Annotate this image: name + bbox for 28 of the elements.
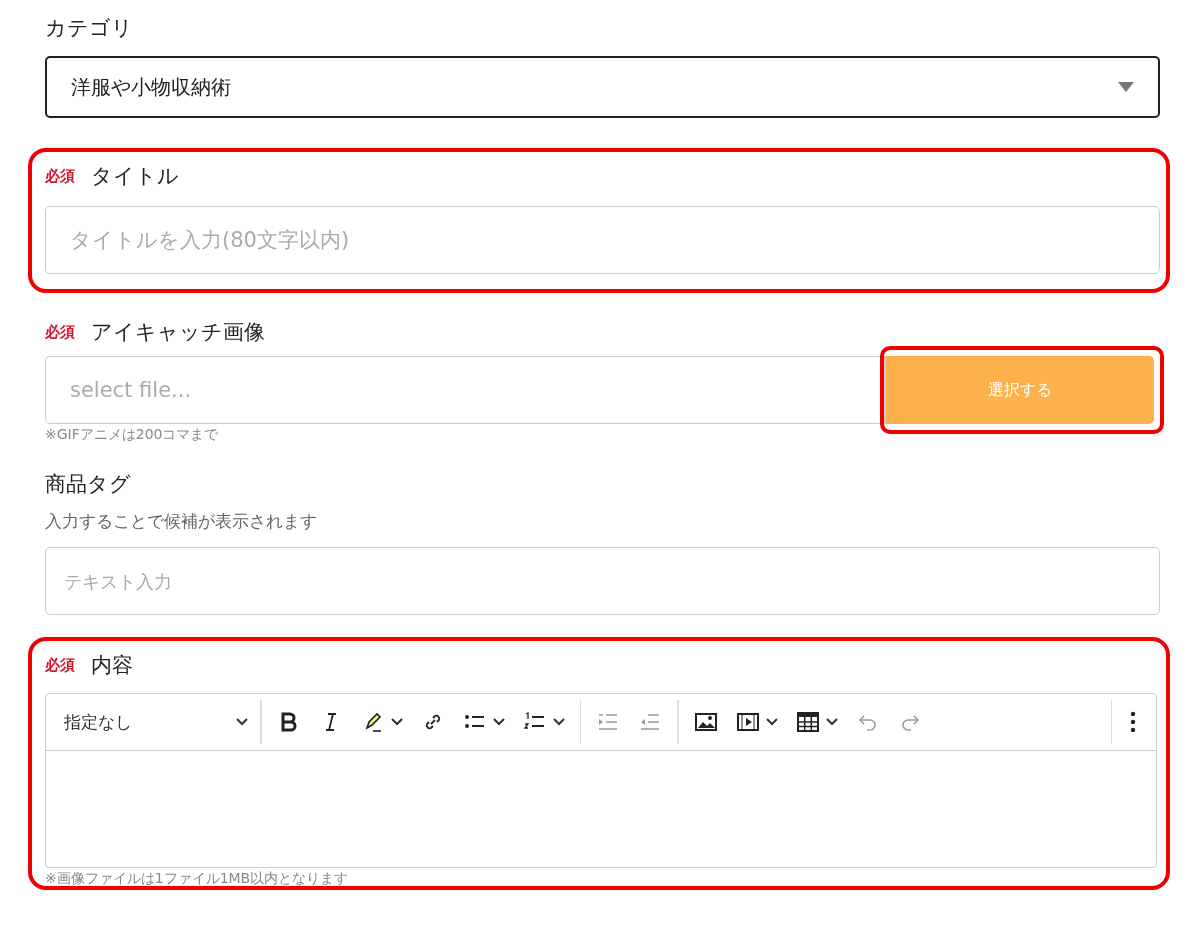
tag-input[interactable]: テキスト入力 <box>45 547 1160 615</box>
note-text: ※GIFアニメは200コマまで <box>45 426 220 444</box>
required-label: 必須 <box>45 322 75 342</box>
field-label: 内容 <box>91 652 133 679</box>
field-label: タイトル <box>91 163 179 190</box>
required-label: 必須 <box>45 655 75 675</box>
required-label: 必須 <box>45 166 75 186</box>
more-vertical-icon <box>1130 711 1136 733</box>
chevron-down-icon <box>552 718 565 726</box>
file-input[interactable]: select file... <box>45 356 880 424</box>
chevron-down-icon <box>825 718 838 726</box>
table-icon <box>795 710 820 734</box>
chevron-down-icon <box>765 718 778 726</box>
image-icon <box>693 710 718 734</box>
chevron-down-icon <box>390 718 403 726</box>
field-label: アイキャッチ画像 <box>91 319 265 346</box>
title-input[interactable]: タイトルを入力(80文字以内) <box>45 206 1160 274</box>
category-select[interactable]: 洋服や小物収納術 <box>45 56 1160 118</box>
hint-text: 入力することで候補が表示されます <box>45 510 318 533</box>
field-label: カテゴリ <box>45 15 134 42</box>
format-dropdown[interactable]: 指定なし <box>58 710 254 734</box>
chevron-down-icon <box>492 718 505 726</box>
video-icon <box>735 710 760 734</box>
dropdown-triangle-icon <box>1118 82 1134 92</box>
note-text: ※画像ファイルは1ファイル1MB以内となります <box>45 870 350 886</box>
field-label: 商品タグ <box>45 471 132 498</box>
rich-text-editor[interactable]: 指定なし <box>45 693 1157 868</box>
chevron-down-icon <box>236 718 248 726</box>
